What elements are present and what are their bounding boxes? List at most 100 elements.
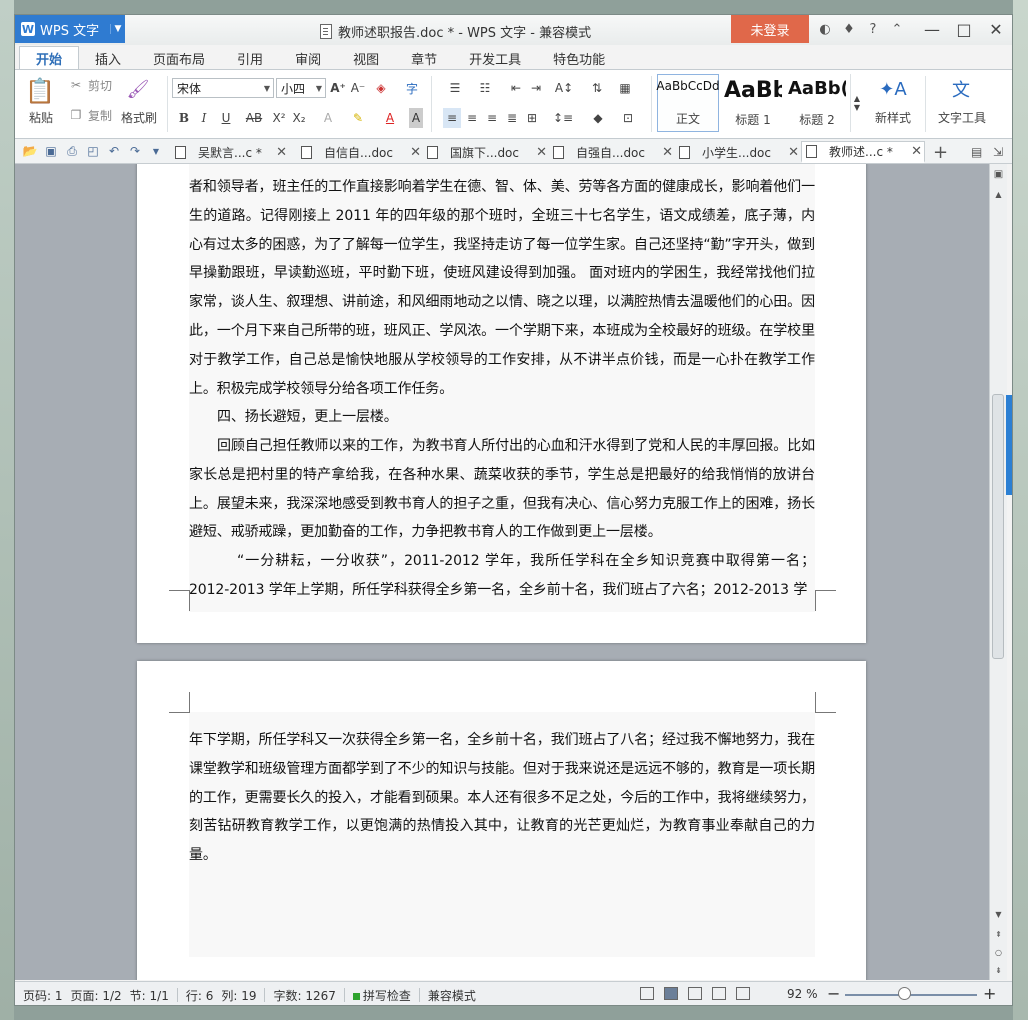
zoom-out-icon[interactable]: − — [827, 984, 840, 1003]
app-menu-button[interactable]: W WPS 文字 ▼ — [15, 15, 125, 43]
text-tool-button[interactable]: 文字工具 — [931, 108, 993, 126]
save-icon[interactable]: ▣ — [42, 142, 60, 160]
reading-mode-icon[interactable] — [736, 987, 750, 1000]
text-direction-icon[interactable]: A↕ — [551, 78, 577, 98]
tab-references[interactable]: 引用 — [221, 47, 279, 69]
close-icon[interactable]: ✕ — [788, 145, 799, 160]
distribute-icon[interactable]: ⊞ — [523, 108, 541, 128]
full-screen-view-icon[interactable] — [640, 987, 654, 1000]
section-heading[interactable]: 四、扬长避短，更上一层楼。 — [189, 403, 815, 432]
paragraph[interactable]: 者和领导者，班主任的工作直接影响着学生在德、智、体、美、劳等各方面的健康成长，影… — [189, 173, 815, 403]
style-heading-1[interactable]: AaBb 标题 1 — [722, 74, 784, 132]
shrink-font-icon[interactable]: A⁻ — [349, 78, 367, 98]
text-effect-icon[interactable]: A — [319, 108, 337, 128]
zoom-level[interactable]: 92 % — [787, 987, 818, 1001]
tab-chapter[interactable]: 章节 — [395, 47, 453, 69]
decrease-indent-icon[interactable]: ⇤ — [507, 78, 525, 98]
paragraph[interactable]: 回顾自己担任教师以来的工作，为教书育人所付出的心血和汗水得到了党和人民的丰厚回报… — [189, 432, 815, 547]
open-icon[interactable]: 📂 — [21, 142, 39, 160]
tab-insert[interactable]: 插入 — [79, 47, 137, 69]
line-spacing-icon[interactable]: ↕≡ — [549, 108, 577, 128]
doc-tab[interactable]: 吴默言...c * ✕ — [171, 141, 289, 163]
new-tab-button[interactable]: + — [929, 141, 949, 163]
undo-icon[interactable]: ↶ — [105, 142, 123, 160]
login-button[interactable]: 未登录 — [731, 15, 809, 43]
tab-list-icon[interactable]: ▤ — [967, 141, 987, 163]
doc-tab[interactable]: 自信自...doc ✕ — [297, 141, 423, 163]
redo-icon[interactable]: ↷ — [126, 142, 144, 160]
copy-button[interactable]: 复制 — [85, 106, 115, 124]
copy-icon[interactable]: ❐ — [67, 106, 85, 124]
page-view-icon[interactable] — [664, 987, 678, 1000]
font-size-select[interactable]: 小四 ▼ — [276, 78, 326, 98]
strikethrough-icon[interactable]: AB — [241, 108, 267, 128]
text-tool-icon[interactable]: 文 — [941, 74, 981, 104]
shading-icon[interactable]: ◆ — [585, 108, 611, 128]
status-pages[interactable]: 页面: 1/2 — [71, 987, 122, 1004]
new-style-button[interactable]: 新样式 — [865, 108, 921, 126]
char-shading-icon[interactable]: A — [409, 108, 423, 128]
help-icon[interactable]: ? — [863, 20, 883, 38]
cut-button[interactable]: 剪切 — [85, 76, 115, 94]
cut-icon[interactable]: ✂ — [67, 76, 85, 94]
close-icon[interactable]: ✕ — [276, 145, 287, 160]
zoom-slider-handle[interactable] — [898, 987, 911, 1000]
close-icon[interactable]: ✕ — [536, 145, 547, 160]
close-icon[interactable]: ✕ — [980, 15, 1012, 43]
restore-tab-icon[interactable]: ⇲ — [989, 141, 1009, 163]
paragraph[interactable]: “一分耕耘，一分收获”，2011-2012 学年，我所任学科在全乡知识竞赛中取得… — [189, 547, 815, 605]
previous-page-icon[interactable]: ⇞ — [990, 926, 1007, 942]
align-right-icon[interactable]: ≡ — [483, 108, 501, 128]
sort-icon[interactable]: ⇅ — [587, 78, 607, 98]
align-left-icon[interactable]: ≡ — [443, 108, 461, 128]
paste-icon[interactable]: 📋 — [23, 76, 57, 106]
subscript-icon[interactable]: X₂ — [290, 108, 308, 128]
split-view-icon[interactable]: ▣ — [990, 166, 1007, 182]
italic-icon[interactable]: I — [195, 108, 213, 128]
style-heading-2[interactable]: AaBb( 标题 2 — [786, 74, 848, 132]
doc-tab[interactable]: 小学生...doc ✕ — [675, 141, 801, 163]
paragraph[interactable]: 年下学期，所任学科又一次获得全乡第一名，全乡前十名，我们班占了八名；经过我不懈地… — [189, 726, 815, 870]
font-color-icon[interactable]: A — [377, 108, 403, 128]
doc-tab[interactable]: 自强自...doc ✕ — [549, 141, 675, 163]
scroll-up-icon[interactable]: ▲ — [990, 186, 1007, 202]
status-word-count[interactable]: 字数: 1267 — [273, 987, 335, 1004]
close-icon[interactable]: ✕ — [662, 145, 673, 160]
scroll-down-icon[interactable]: ▼ — [990, 906, 1007, 922]
web-view-icon[interactable] — [712, 987, 726, 1000]
bold-icon[interactable]: B — [175, 108, 193, 128]
status-page-number[interactable]: 页码: 1 — [23, 987, 63, 1004]
tab-review[interactable]: 审阅 — [279, 47, 337, 69]
style-gallery-scroll[interactable]: ▲ ▼ — [850, 74, 863, 132]
font-name-select[interactable]: 宋体 ▼ — [172, 78, 274, 98]
spell-check-toggle[interactable]: 拼写检查 — [352, 987, 411, 1004]
format-painter-button[interactable]: 格式刷 — [117, 108, 161, 126]
close-icon[interactable]: ✕ — [410, 145, 421, 160]
numbering-icon[interactable]: ☷ — [471, 78, 499, 98]
status-section[interactable]: 节: 1/1 — [130, 987, 169, 1004]
print-preview-icon[interactable]: ◰ — [84, 142, 102, 160]
justify-icon[interactable]: ≣ — [503, 108, 521, 128]
borders-icon[interactable]: ⊡ — [615, 108, 641, 128]
tab-home[interactable]: 开始 — [19, 46, 80, 69]
align-center-icon[interactable]: ≡ — [463, 108, 481, 128]
increase-indent-icon[interactable]: ⇥ — [527, 78, 545, 98]
skin-icon[interactable]: ♦ — [839, 20, 859, 38]
tab-page-layout[interactable]: 页面布局 — [137, 47, 221, 69]
doc-tab-active[interactable]: 教师述...c * ✕ — [801, 141, 925, 163]
bullets-icon[interactable]: ☰ — [441, 78, 469, 98]
format-painter-icon[interactable]: 🖌 — [123, 76, 153, 102]
outline-view-icon[interactable] — [688, 987, 702, 1000]
paste-button[interactable]: 粘贴 — [21, 108, 61, 126]
scrollbar-thumb[interactable] — [992, 394, 1004, 659]
phonetic-guide-icon[interactable]: 字 — [397, 78, 427, 98]
chevron-down-icon[interactable]: ▼ — [147, 142, 165, 160]
grow-font-icon[interactable]: A⁺ — [329, 78, 347, 98]
style-normal[interactable]: AaBbCcDd 正文 — [656, 74, 720, 132]
maximize-icon[interactable]: □ — [948, 15, 980, 43]
zoom-slider-track[interactable] — [845, 994, 977, 996]
tab-view[interactable]: 视图 — [337, 47, 395, 69]
table-icon[interactable]: ▦ — [615, 78, 635, 98]
minimize-icon[interactable]: — — [916, 15, 948, 43]
print-icon[interactable]: ⎙ — [63, 142, 81, 160]
